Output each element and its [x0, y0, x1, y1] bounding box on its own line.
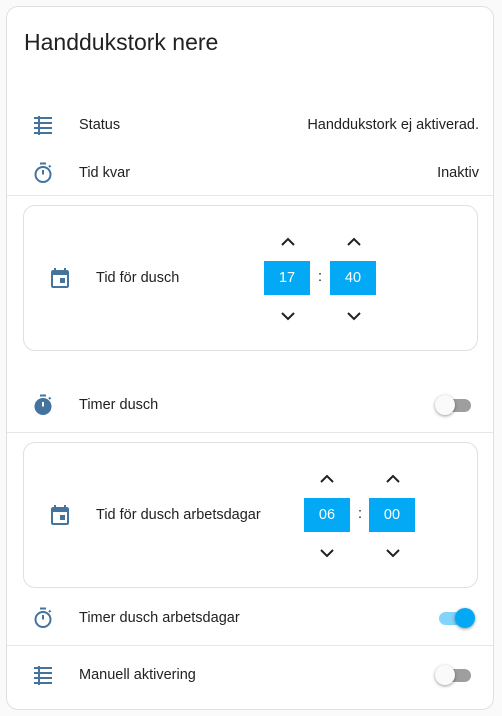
chevron-up-icon[interactable] — [342, 230, 366, 254]
hour-field[interactable]: 17 — [264, 261, 310, 295]
calendar-icon — [51, 268, 69, 288]
timer-arbetsdagar-label: Timer dusch arbetsdagar — [79, 610, 240, 626]
divider — [7, 432, 493, 433]
minute-field[interactable]: 00 — [369, 498, 415, 532]
time-separator: : — [318, 269, 323, 285]
manuell-label: Manuell aktivering — [79, 667, 196, 683]
timer-dusch-toggle[interactable] — [435, 395, 475, 415]
chevron-down-icon[interactable] — [276, 304, 300, 328]
chevron-down-icon[interactable] — [381, 541, 405, 565]
row-timer-arbetsdagar[interactable]: Timer dusch arbetsdagar — [7, 598, 493, 638]
list-icon — [34, 116, 52, 135]
status-value: Handdukstork ej aktiverad. — [307, 117, 479, 133]
time-arbetsdagar-label: Tid för dusch arbetsdagar — [96, 507, 261, 523]
chevron-up-icon[interactable] — [276, 230, 300, 254]
time-input-arbetsdagar: Tid för dusch arbetsdagar 06 : 00 — [23, 442, 478, 588]
chevron-up-icon[interactable] — [381, 467, 405, 491]
time-dusch-label: Tid för dusch — [96, 270, 180, 286]
status-label: Status — [79, 117, 121, 133]
toggle-knob — [455, 608, 475, 628]
row-tid-kvar[interactable]: Tid kvar Inaktiv — [7, 153, 493, 193]
hour-field[interactable]: 06 — [304, 498, 350, 532]
minute-field[interactable]: 40 — [330, 261, 376, 295]
list-icon — [34, 666, 52, 685]
timer-icon — [34, 394, 52, 415]
row-status[interactable]: Status Handdukstork ej aktiverad. — [7, 105, 493, 145]
card-title: Handdukstork nere — [24, 29, 219, 55]
chevron-up-icon[interactable] — [315, 467, 339, 491]
entities-card: Handdukstork nere Status Handdukstork ej… — [6, 6, 494, 710]
tid-kvar-value: Inaktiv — [437, 165, 479, 181]
toggle-knob — [435, 665, 455, 685]
time-separator: : — [358, 506, 363, 522]
timer-dusch-label: Timer dusch — [79, 397, 159, 413]
toggle-knob — [435, 395, 455, 415]
row-manuell-aktivering[interactable]: Manuell aktivering — [7, 655, 493, 695]
tid-kvar-label: Tid kvar — [79, 165, 131, 181]
row-timer-dusch[interactable]: Timer dusch — [7, 385, 493, 425]
calendar-icon — [51, 505, 69, 525]
timer-outline-icon — [34, 162, 52, 183]
chevron-down-icon[interactable] — [342, 304, 366, 328]
manuell-toggle[interactable] — [435, 665, 475, 685]
divider — [7, 645, 493, 646]
chevron-down-icon[interactable] — [315, 541, 339, 565]
timer-arbetsdagar-toggle[interactable] — [435, 608, 475, 628]
time-input-dusch: Tid för dusch 17 : 40 — [23, 205, 478, 351]
divider — [7, 195, 493, 196]
timer-outline-icon — [34, 607, 52, 628]
